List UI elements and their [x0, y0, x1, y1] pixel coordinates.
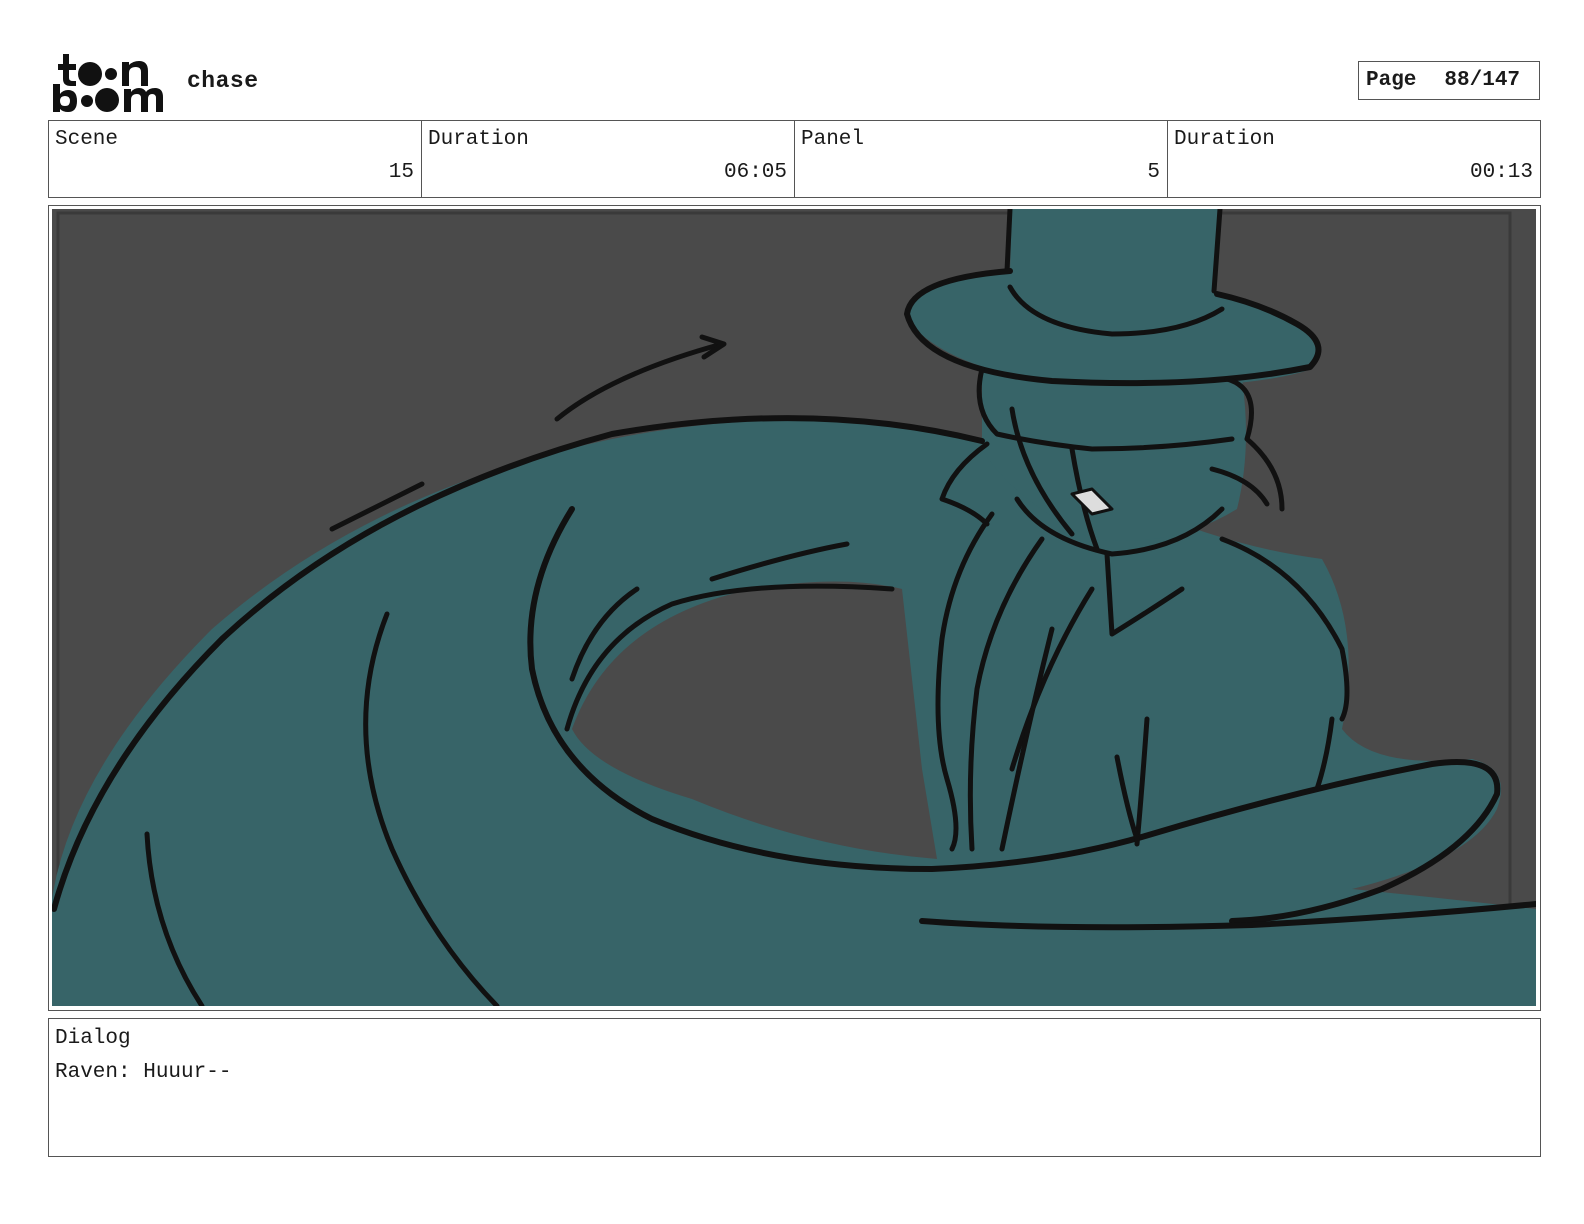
project-title: chase	[187, 68, 259, 94]
scene-label: Scene	[55, 128, 119, 151]
scene-cell: Scene 15	[49, 121, 422, 197]
page-label: Page	[1366, 69, 1417, 92]
storyboard-panel	[48, 205, 1541, 1011]
scene-duration-cell: Duration 06:05	[422, 121, 795, 197]
scene-duration-value: 06:05	[723, 161, 787, 184]
scene-value: 15	[388, 161, 414, 184]
dialog-text: Raven: Huuur--	[55, 1061, 232, 1084]
dialog-label: Dialog	[55, 1027, 131, 1050]
panel-value: 5	[1147, 161, 1160, 184]
toonboom-logo	[53, 54, 163, 112]
panel-duration-label: Duration	[1174, 128, 1275, 151]
panel-duration-value: 00:13	[1469, 161, 1533, 184]
scene-duration-label: Duration	[428, 128, 529, 151]
storyboard-sketch	[52, 209, 1536, 1006]
panel-info-row: Scene 15 Duration 06:05 Panel 5 Duration…	[48, 120, 1541, 198]
panel-label: Panel	[801, 128, 865, 151]
panel-cell: Panel 5	[795, 121, 1168, 197]
page-number: 88/147	[1444, 69, 1521, 92]
dialog-box: Dialog Raven: Huuur--	[48, 1018, 1541, 1157]
page-indicator: Page 88/147	[1358, 61, 1540, 100]
panel-duration-cell: Duration 00:13	[1168, 121, 1540, 197]
